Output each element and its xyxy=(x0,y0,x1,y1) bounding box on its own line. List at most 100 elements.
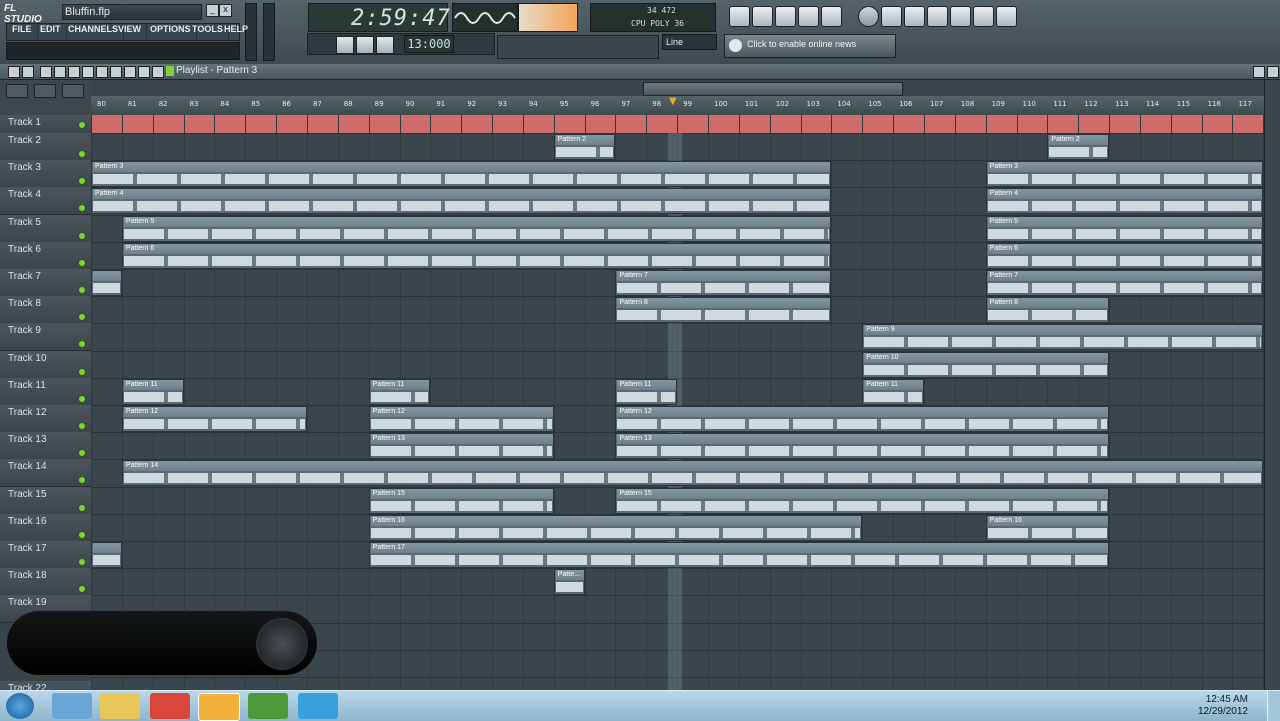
track-mute-led[interactable] xyxy=(78,530,86,539)
paint-brush-icon[interactable] xyxy=(54,66,66,78)
skype-icon[interactable] xyxy=(298,693,338,719)
pattern-clip[interactable]: Pattern 3 xyxy=(985,161,1264,188)
track-header[interactable]: Track 3 xyxy=(0,160,91,189)
pattern-clip[interactable]: Pattern 11 xyxy=(862,378,924,405)
playhead-marker[interactable]: ▼ xyxy=(669,96,679,107)
song-mode-button[interactable] xyxy=(34,84,56,98)
mixer-window-button[interactable] xyxy=(798,6,819,27)
track-header[interactable]: Track 11 xyxy=(0,377,91,406)
track-header[interactable]: Track 17 xyxy=(0,541,91,569)
track-header[interactable]: Track 14 xyxy=(0,459,91,488)
menu-edit[interactable]: EDIT xyxy=(35,24,67,40)
playlist-title[interactable]: Playlist - Pattern 3 xyxy=(176,65,257,76)
export-icon[interactable] xyxy=(904,6,925,27)
system-clock[interactable]: 12:45 AM 12/29/2012 xyxy=(1198,694,1248,718)
step-sequencer-window-button[interactable] xyxy=(775,6,796,27)
track-mute-led[interactable] xyxy=(78,121,86,129)
track-mute-led[interactable] xyxy=(78,476,86,485)
maximize-playlist-icon[interactable] xyxy=(1253,66,1265,78)
zoom-tool-icon[interactable] xyxy=(124,66,136,78)
cut-icon[interactable] xyxy=(927,6,948,27)
pattern-clip[interactable]: Pattern 8 xyxy=(615,297,832,324)
utorrent-icon[interactable] xyxy=(248,693,288,719)
pattern-clip[interactable]: Pattern 5 xyxy=(121,215,832,242)
track-mute-led[interactable] xyxy=(78,449,86,458)
menu-view[interactable]: VIEW xyxy=(113,24,148,40)
vertical-scrollbar[interactable] xyxy=(1264,80,1280,690)
track-mute-led[interactable] xyxy=(78,340,86,349)
delete-tool-icon[interactable] xyxy=(68,66,80,78)
pattern-clip[interactable]: Pattern 12 xyxy=(615,406,1110,432)
track-header[interactable]: Track 4 xyxy=(0,187,91,216)
close-playlist-icon[interactable] xyxy=(1267,66,1279,78)
track-header[interactable]: Track 10 xyxy=(0,350,91,379)
track-header[interactable]: Track 13 xyxy=(0,432,91,461)
online-news-panel[interactable]: Click to enable online news xyxy=(724,34,896,58)
explorer-icon[interactable] xyxy=(100,693,140,719)
undo-icon[interactable] xyxy=(858,6,879,27)
recording-options-panel[interactable] xyxy=(497,35,659,59)
track-header[interactable]: Track 12 xyxy=(0,405,91,433)
help-icon[interactable] xyxy=(996,6,1017,27)
menu-help[interactable]: HELP xyxy=(219,24,253,40)
flstudio-icon[interactable] xyxy=(198,693,240,721)
track-header[interactable]: Track 15 xyxy=(0,486,91,515)
track-mute-led[interactable] xyxy=(78,313,86,322)
pause-button[interactable] xyxy=(336,36,354,54)
pattern-clip[interactable]: Pattern 2 xyxy=(1047,134,1110,160)
track-header[interactable]: Track 5 xyxy=(0,214,91,243)
track-mute-led[interactable] xyxy=(78,286,86,294)
pattern-clip[interactable]: Pattern 16 xyxy=(368,514,863,541)
track-header[interactable]: Track 1 xyxy=(0,115,91,134)
master-pitch-slider[interactable] xyxy=(263,3,275,61)
track-mute-led[interactable] xyxy=(78,558,86,566)
track-mute-led[interactable] xyxy=(78,258,86,267)
pattern-clip[interactable]: Pattern 11 xyxy=(121,378,184,405)
view-icon[interactable] xyxy=(152,66,164,78)
select-tool-icon[interactable] xyxy=(110,66,122,78)
mute-tool-icon[interactable] xyxy=(82,66,94,78)
track-mute-led[interactable] xyxy=(78,367,86,376)
ie-icon[interactable] xyxy=(52,693,92,719)
snap-selector[interactable]: Line xyxy=(662,34,717,50)
pattern-clip[interactable]: Pattern 4 xyxy=(91,188,832,215)
scroll-thumb[interactable] xyxy=(643,82,903,96)
search-icon[interactable] xyxy=(950,6,971,27)
record-button[interactable] xyxy=(376,36,394,54)
close-window-icon[interactable]: x xyxy=(219,4,232,17)
chrome-icon[interactable] xyxy=(150,693,190,719)
oscilloscope-display[interactable] xyxy=(452,3,518,32)
track-mute-led[interactable] xyxy=(78,204,86,213)
pattern-clip[interactable]: Pattern 13 xyxy=(615,433,1110,460)
track-header[interactable]: Track 2 xyxy=(0,133,91,161)
track-header[interactable]: Track 9 xyxy=(0,323,91,352)
menu-arrow-icon[interactable] xyxy=(8,66,20,78)
minimize-icon[interactable]: _ xyxy=(206,4,219,17)
pattern-clip[interactable]: Pattern 15 xyxy=(615,487,1110,514)
track-header[interactable]: Track 16 xyxy=(0,513,91,542)
pattern-clip[interactable]: Pattern 16 xyxy=(985,514,1110,541)
note-icon[interactable] xyxy=(62,84,84,98)
track-mute-led[interactable] xyxy=(78,422,86,430)
pattern-clip[interactable]: Pattern 6 xyxy=(985,242,1264,269)
horizontal-scrollbar[interactable] xyxy=(91,80,1264,96)
track-header[interactable]: Track 6 xyxy=(0,241,91,270)
track-mute-led[interactable] xyxy=(78,177,86,186)
pattern-clip[interactable]: Pattern 12 xyxy=(368,406,554,432)
track-header[interactable]: Track 7 xyxy=(0,269,91,297)
menu-file[interactable]: FILE xyxy=(7,24,38,40)
pattern-clip[interactable]: Pattern 15 xyxy=(368,487,554,514)
pencil-icon[interactable] xyxy=(40,66,52,78)
notes-icon[interactable] xyxy=(973,6,994,27)
tempo-counter[interactable]: 13:000 xyxy=(404,35,454,53)
track-mute-led[interactable] xyxy=(78,503,86,512)
pattern-clip[interactable]: Pattern 6 xyxy=(121,242,832,269)
track-mute-led[interactable] xyxy=(78,150,86,158)
playlist-grid[interactable]: Pattern 2 Pattern 2 Pattern 3 Pattern 3 Patt… xyxy=(91,115,1264,690)
pattern-clip[interactable] xyxy=(91,542,122,568)
pattern-clip[interactable]: Pattern 9 xyxy=(862,324,1264,351)
pattern-mode-button[interactable] xyxy=(6,84,28,98)
pattern-clip[interactable]: Pattern 11 xyxy=(615,378,678,405)
start-button[interactable] xyxy=(6,693,34,719)
pattern-clip[interactable]: Pattern 4 xyxy=(985,188,1264,215)
